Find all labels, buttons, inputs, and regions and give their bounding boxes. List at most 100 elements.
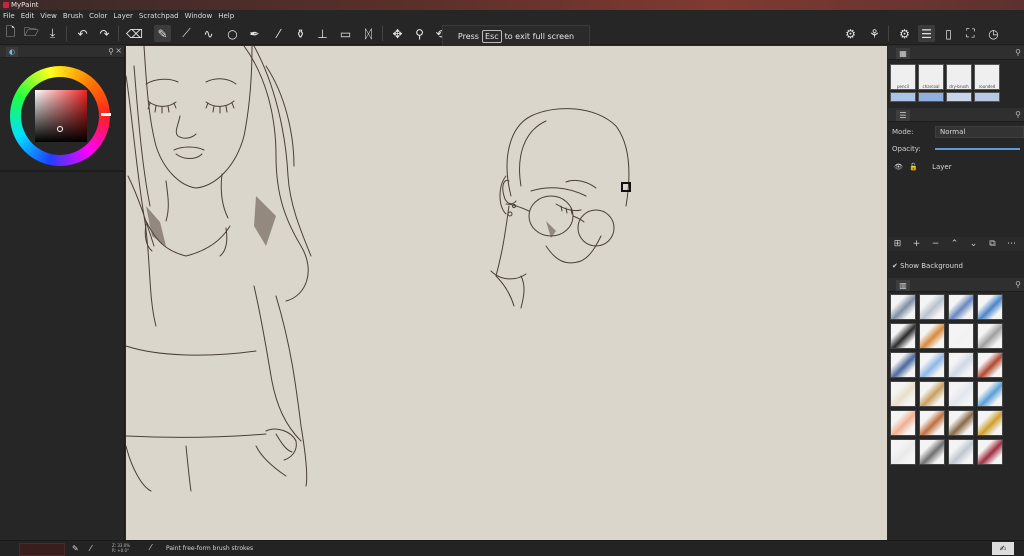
brush-group-pin-icon[interactable]: ⚲ [1015,280,1021,289]
blend-mode-select[interactable]: Normal [935,126,1024,138]
brush-preset-thumbnail[interactable] [977,381,1003,407]
fill-tool-icon[interactable]: ⚱ [292,25,309,42]
color-picker-handle[interactable] [57,126,63,132]
brush-preview-icon[interactable]: ✍ [992,542,1014,555]
eraser-icon[interactable]: ⌫ [126,25,143,42]
hue-marker[interactable] [101,113,111,116]
brush-preset-thumbnail[interactable] [919,323,945,349]
brush-preset-thumbnail[interactable] [919,381,945,407]
brush-rounded[interactable]: rounded [974,64,1000,90]
close-icon[interactable]: × [115,46,122,55]
brush-preset-thumbnail[interactable] [890,381,916,407]
brush-preset-thumbnail[interactable] [919,352,945,378]
drawing-canvas[interactable] [126,46,887,540]
reset-view-icon[interactable]: ◷ [985,25,1002,42]
lock-icon[interactable]: 🔓 [909,163,918,171]
brush-preset-thumbnail[interactable] [919,294,945,320]
brush-preset-thumbnail[interactable] [890,294,916,320]
menu-edit[interactable]: Edit [18,10,38,22]
brush-library-tab-icon[interactable]: ▦ [896,48,910,59]
brush-preset-thumbnail[interactable] [890,352,916,378]
brush-panel-pin-icon[interactable]: ⚲ [1015,48,1021,57]
inking-tool-icon[interactable]: ✒ [246,25,263,42]
redo-icon[interactable]: ↷ [96,25,113,42]
line-tool-icon[interactable]: ⟋ [178,25,195,42]
brush-pencil[interactable]: pencil [890,64,916,90]
menu-scratchpad[interactable]: Scratchpad [136,10,182,22]
brush-preset[interactable] [946,92,972,102]
brush-preset-thumbnail[interactable] [890,439,916,465]
brush-preset[interactable] [918,92,944,102]
brush-settings-icon[interactable]: ⚙ [842,25,859,42]
zoom-icon[interactable]: ⚲ [411,25,428,42]
brush-preset[interactable] [974,92,1000,102]
layers-tab-icon[interactable]: ☰ [896,110,910,121]
brush-preset-thumbnail[interactable] [948,352,974,378]
ellipse-tool-icon[interactable]: ○ [224,25,241,42]
menu-color[interactable]: Color [86,10,110,22]
visibility-eye-icon[interactable]: 👁 [894,163,903,171]
add-layer-icon[interactable]: + [907,237,926,251]
duplicate-layer-icon[interactable]: ⧉ [983,237,1002,251]
brush-dry-brush[interactable]: dry-brush [946,64,972,90]
layers-panel-pin-icon[interactable]: ⚲ [1015,110,1021,119]
brush-preset-thumbnail[interactable] [948,294,974,320]
brush-preset-thumbnail[interactable] [977,352,1003,378]
hamburger-menu-icon[interactable]: ☰ [918,25,935,42]
menu-file[interactable]: File [0,10,18,22]
brush-preset-thumbnail[interactable] [890,323,916,349]
menu-view[interactable]: View [37,10,60,22]
color-picker-icon[interactable]: ⁄ [270,25,287,42]
curve-tool-icon[interactable]: ∿ [200,25,217,42]
symmetry-tool-icon[interactable]: ᛞ [360,25,377,42]
menu-layer[interactable]: Layer [110,10,136,22]
brush-preset-thumbnail[interactable] [919,439,945,465]
brush-preset-thumbnail[interactable] [977,410,1003,436]
move-layer-up-icon[interactable]: ⌃ [945,237,964,251]
brush-preset-thumbnail[interactable] [948,439,974,465]
open-file-icon[interactable]: 🗁 [23,25,40,42]
brush-preset-thumbnail[interactable] [948,323,974,349]
pan-icon[interactable]: ✥ [389,25,406,42]
show-background-toggle[interactable]: ✔ Show Background [892,262,963,270]
menu-brush[interactable]: Brush [60,10,86,22]
brush-preset-thumbnail[interactable] [919,410,945,436]
brush-preset-thumbnail[interactable] [948,381,974,407]
menu-window[interactable]: Window [182,10,216,22]
layer-row[interactable]: 👁 🔓 Layer [890,160,1022,174]
pin-icon[interactable]: ⚲ [108,47,114,56]
undo-icon[interactable]: ↶ [74,25,91,42]
edit-brush-icon[interactable]: ✎ [72,544,79,553]
brush-grid [890,294,1003,465]
brush-group-icon[interactable]: ⚘ [866,25,883,42]
brush-preset-thumbnail[interactable] [977,439,1003,465]
opacity-slider[interactable] [935,148,1020,150]
frame-tool-icon[interactable]: ▭ [337,25,354,42]
layer-properties-icon[interactable]: ⋯ [1002,237,1021,251]
brush-preset-thumbnail[interactable] [977,323,1003,349]
app-icon [3,2,9,8]
save-icon[interactable]: ⤓ [44,25,61,42]
current-color-swatch[interactable] [19,543,65,556]
brush-group-tab-icon[interactable]: ▥ [896,280,910,291]
brush-charcoal[interactable]: charcoal [918,64,944,90]
move-layer-down-icon[interactable]: ⌄ [964,237,983,251]
brush-preset[interactable] [890,92,916,102]
brush-preset-thumbnail[interactable] [977,294,1003,320]
menu-help[interactable]: Help [215,10,237,22]
scratchpad-icon[interactable]: ▯ [940,25,957,42]
brush-preset-thumbnail[interactable] [948,410,974,436]
new-document-icon[interactable]: 🗋 [2,25,19,42]
preferences-gear-icon[interactable]: ⚙ [896,25,913,42]
eyedropper-icon[interactable]: ⁄ [90,544,91,553]
checkbox-checked-icon[interactable]: ✔ [892,262,898,270]
color-panel: ◐ ⚲ × [0,46,125,540]
saturation-value-square[interactable] [35,90,87,142]
move-layer-icon[interactable]: ⊥ [314,25,331,42]
fullscreen-icon[interactable]: ⛶ [962,25,979,42]
color-wheel-tab-icon[interactable]: ◐ [6,47,18,57]
add-layer-group-icon[interactable]: ⊞ [888,237,907,251]
freehand-brush-icon[interactable]: ✎ [154,25,171,42]
brush-preset-thumbnail[interactable] [890,410,916,436]
remove-layer-icon[interactable]: − [926,237,945,251]
